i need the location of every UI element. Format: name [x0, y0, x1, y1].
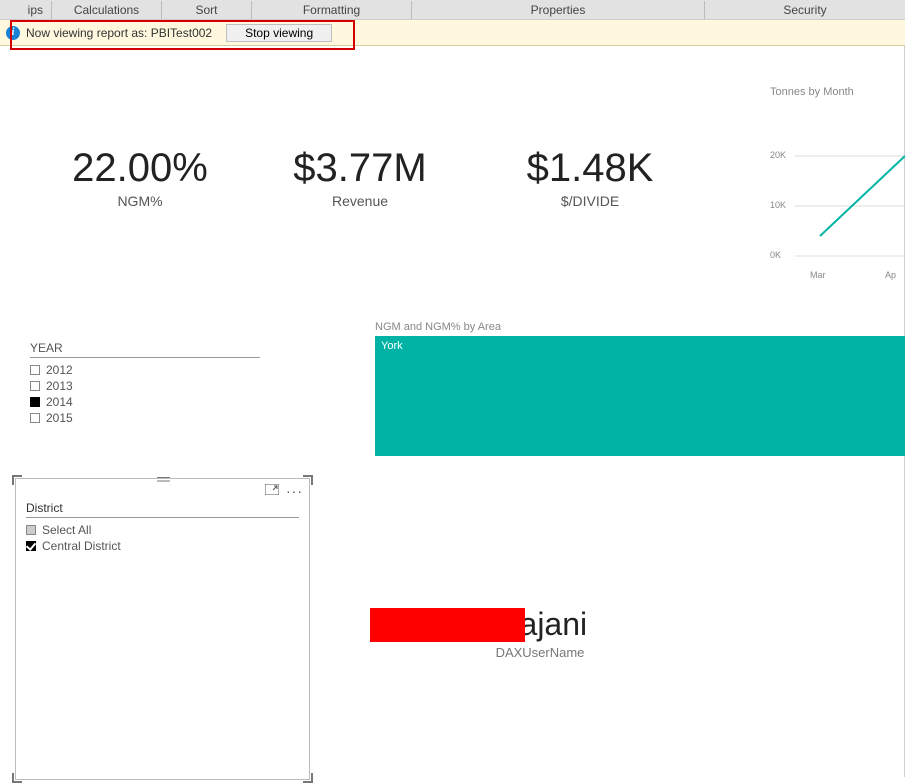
- ribbon-group-calculations[interactable]: Calculations: [52, 1, 162, 19]
- stop-viewing-button[interactable]: Stop viewing: [226, 24, 332, 42]
- selection-handle[interactable]: [303, 475, 313, 485]
- card-label: Revenue: [250, 193, 470, 209]
- checkbox-icon[interactable]: [30, 365, 40, 375]
- slicer-item-2014[interactable]: 2014: [30, 394, 260, 410]
- slicer-item-label: Central District: [42, 539, 121, 553]
- ribbon-group-properties[interactable]: Properties: [412, 1, 705, 19]
- line-series: [820, 156, 905, 236]
- checkbox-icon[interactable]: [30, 397, 40, 407]
- treemap-label: York: [381, 340, 403, 352]
- checkbox-icon[interactable]: [26, 525, 36, 535]
- card-per-divide[interactable]: $1.48K $/DIVIDE: [480, 146, 700, 209]
- axis-tick: 10K: [770, 200, 786, 210]
- axis-tick: 0K: [770, 250, 781, 260]
- ribbon-group-ips[interactable]: ips: [0, 1, 52, 19]
- card-ngm-percent[interactable]: 22.00% NGM%: [30, 146, 250, 209]
- drag-handle-icon[interactable]: ==: [156, 471, 168, 487]
- info-icon: i: [6, 26, 20, 40]
- card-revenue[interactable]: $3.77M Revenue: [250, 146, 470, 209]
- ribbon-group-sort[interactable]: Sort: [162, 1, 252, 19]
- slicer-district[interactable]: == ··· District Select All Central Distr…: [15, 478, 310, 780]
- annotation-redaction: [370, 608, 525, 642]
- chart-area-title: NGM and NGM% by Area: [375, 321, 501, 333]
- selection-handle[interactable]: [12, 475, 22, 485]
- axis-tick: Ap: [885, 270, 896, 280]
- chart-tonnes-by-month[interactable]: Tonnes by Month 20K 10K 0K Mar Ap: [770, 86, 905, 336]
- slicer-item-central-district[interactable]: Central District: [26, 538, 299, 554]
- slicer-item-label: 2015: [46, 411, 73, 425]
- slicer-item-select-all[interactable]: Select All: [26, 522, 299, 538]
- chart-ngm-by-area[interactable]: York: [375, 336, 905, 456]
- slicer-title: YEAR: [30, 341, 260, 358]
- slicer-item-label: 2012: [46, 363, 73, 377]
- checkbox-icon[interactable]: [26, 541, 36, 551]
- slicer-year[interactable]: YEAR 2012 2013 2014 2015: [30, 341, 260, 426]
- selection-handle[interactable]: [12, 773, 22, 783]
- ribbon-group-security[interactable]: Security: [705, 1, 905, 19]
- card-label: NGM%: [30, 193, 250, 209]
- card-label: $/DIVIDE: [480, 193, 700, 209]
- slicer-item-label: 2014: [46, 395, 73, 409]
- slicer-item-2013[interactable]: 2013: [30, 378, 260, 394]
- selection-handle[interactable]: [303, 773, 313, 783]
- card-value: 22.00%: [30, 146, 250, 191]
- slicer-title: District: [26, 501, 299, 518]
- focus-mode-icon[interactable]: [265, 483, 279, 494]
- checkbox-icon[interactable]: [30, 413, 40, 423]
- ribbon-group-formatting[interactable]: Formatting: [252, 1, 412, 19]
- slicer-item-2012[interactable]: 2012: [30, 362, 260, 378]
- ribbon-groups: ips Calculations Sort Formatting Propert…: [0, 0, 905, 20]
- more-options-icon[interactable]: ···: [286, 483, 303, 499]
- card-value: $1.48K: [480, 146, 700, 191]
- axis-tick: 20K: [770, 150, 786, 160]
- axis-tick: Mar: [810, 270, 826, 280]
- report-canvas: 22.00% NGM% $3.77M Revenue $1.48K $/DIVI…: [0, 46, 905, 777]
- slicer-item-label: Select All: [42, 523, 91, 537]
- view-as-infobar: i Now viewing report as: PBITest002 Stop…: [0, 20, 905, 46]
- checkbox-icon[interactable]: [30, 381, 40, 391]
- chart-title: Tonnes by Month: [770, 86, 905, 98]
- view-as-text: Now viewing report as: PBITest002: [26, 26, 212, 40]
- card-label: DAXUserName: [370, 645, 710, 660]
- card-value: $3.77M: [250, 146, 470, 191]
- slicer-item-label: 2013: [46, 379, 73, 393]
- slicer-item-2015[interactable]: 2015: [30, 410, 260, 426]
